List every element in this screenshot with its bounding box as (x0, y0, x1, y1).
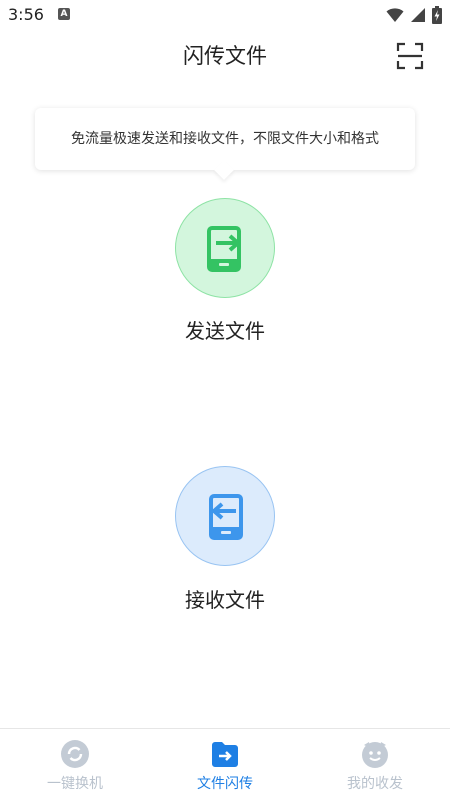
bottom-tab-bar: 一键换机 文件闪传 我的收发 (0, 728, 450, 801)
tooltip-text: 免流量极速发送和接收文件，不限文件大小和格式 (71, 131, 379, 147)
my-transfers-icon (362, 742, 388, 768)
wifi-icon (386, 8, 404, 22)
receive-file-button[interactable] (175, 466, 275, 566)
page-title: 闪传文件 (183, 44, 267, 68)
scan-icon[interactable] (396, 42, 424, 70)
send-file-button[interactable] (175, 198, 275, 298)
tab-label-file-transfer: 文件闪传 (197, 776, 253, 792)
signal-icon (411, 8, 425, 22)
status-time: 3:56 (8, 5, 44, 24)
notification-icon: A (58, 8, 70, 20)
tab-my-transfers[interactable]: 我的收发 (300, 729, 450, 801)
tab-switch-phone[interactable]: 一键换机 (0, 729, 150, 801)
tab-file-transfer[interactable]: 文件闪传 (150, 729, 300, 801)
status-indicators (386, 6, 442, 24)
send-file-label[interactable]: 发送文件 (0, 315, 450, 344)
receive-file-icon (209, 494, 243, 540)
title-bar: 闪传文件 (0, 30, 450, 80)
send-file-icon (207, 226, 242, 272)
battery-icon (432, 6, 442, 24)
tab-label-switch-phone: 一键换机 (47, 776, 103, 792)
tab-label-my-transfers: 我的收发 (347, 776, 403, 792)
status-bar: 3:56 A (0, 0, 450, 30)
switch-phone-icon (61, 740, 89, 768)
file-transfer-icon (212, 742, 238, 767)
receive-file-label[interactable]: 接收文件 (0, 584, 450, 613)
tooltip-arrow (214, 160, 234, 180)
info-tooltip: 免流量极速发送和接收文件，不限文件大小和格式 (35, 108, 415, 180)
